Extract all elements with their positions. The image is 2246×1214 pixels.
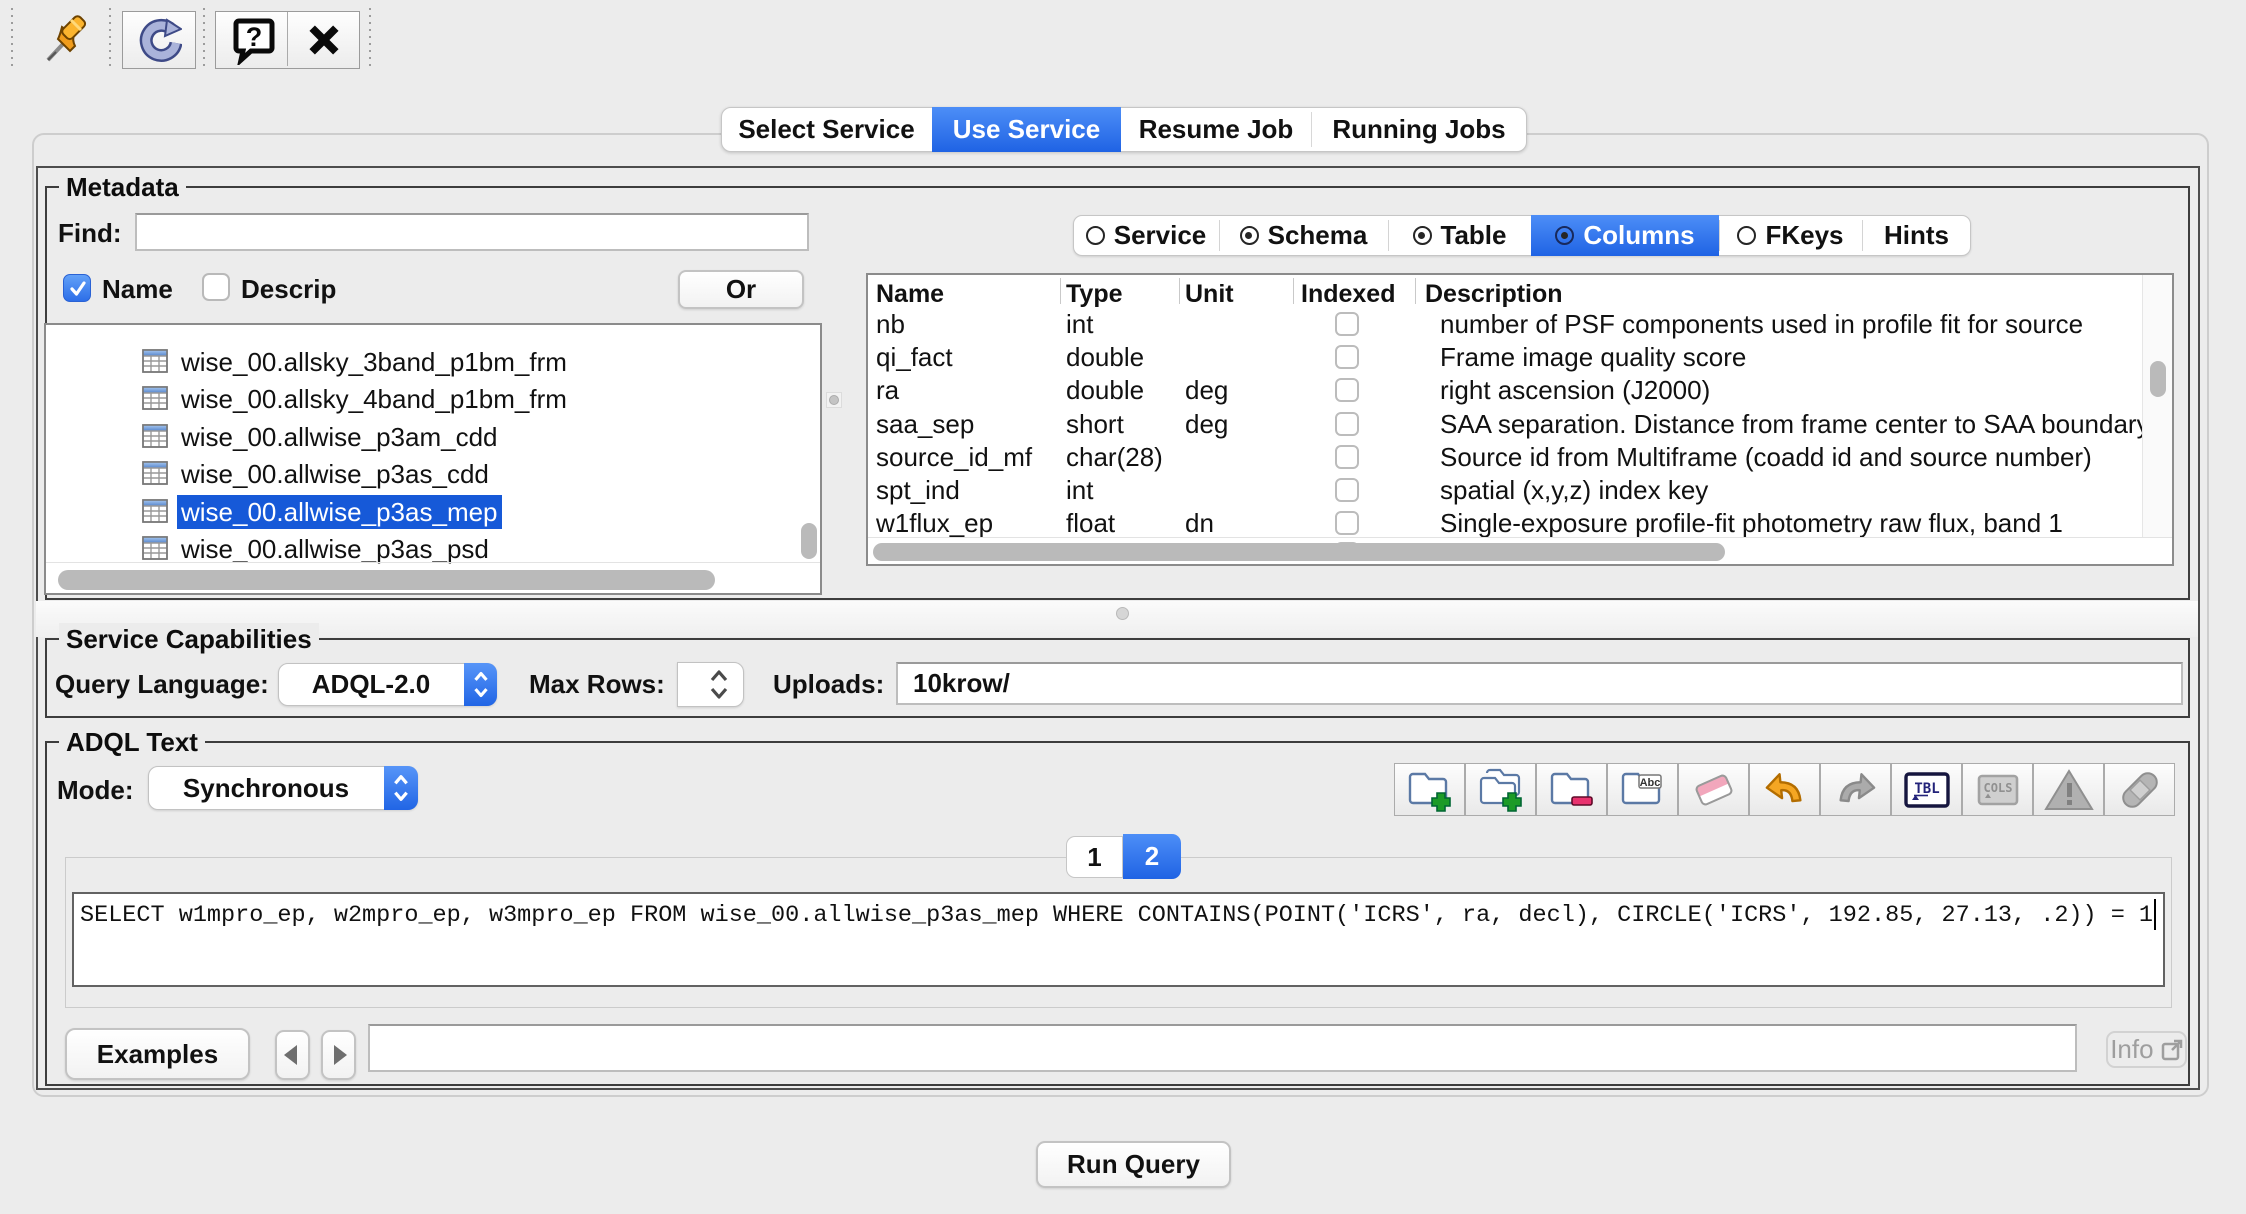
svg-text:?: ? (246, 22, 263, 52)
svg-text:COLS: COLS (1983, 781, 2012, 795)
svg-text:TBL: TBL (1914, 781, 1939, 797)
svg-text:Abc: Abc (1639, 777, 1660, 789)
